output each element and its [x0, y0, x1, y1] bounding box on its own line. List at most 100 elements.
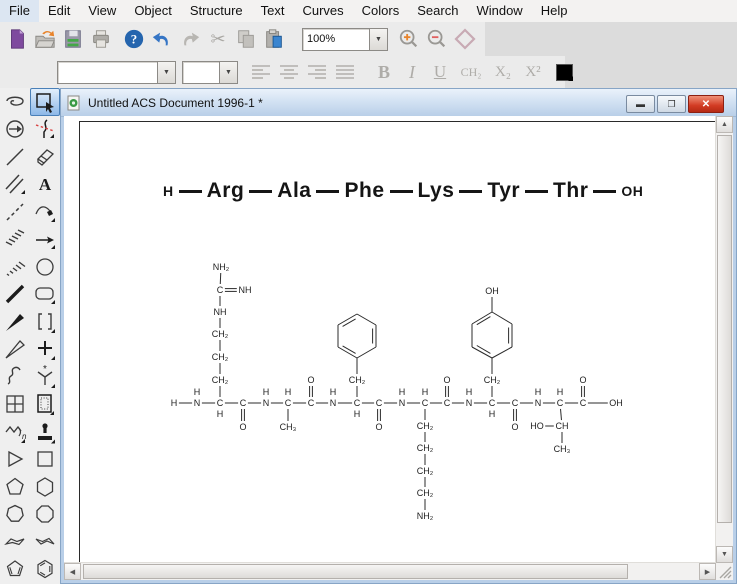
superscript-button[interactable]: X²	[519, 59, 547, 85]
lasso-tool[interactable]	[0, 88, 30, 116]
orbit-select-tool[interactable]	[0, 116, 30, 144]
menu-object[interactable]: Object	[125, 0, 181, 22]
zoom-in-icon	[399, 29, 418, 48]
bracket-tool[interactable]	[30, 308, 60, 336]
plus-tool[interactable]	[30, 336, 60, 364]
vertical-scroll-thumb[interactable]	[717, 135, 732, 523]
redo-button[interactable]	[177, 26, 203, 52]
eraser-tool[interactable]	[30, 143, 60, 171]
menu-colors[interactable]: Colors	[353, 0, 409, 22]
square-tool[interactable]	[30, 446, 60, 474]
menu-curves[interactable]: Curves	[293, 0, 352, 22]
triangle-tool[interactable]	[0, 446, 30, 474]
clean-structure-tool[interactable]	[30, 116, 60, 144]
ellipse-tool[interactable]	[30, 253, 60, 281]
zoom-out-button[interactable]	[424, 26, 450, 52]
italic-button[interactable]: I	[399, 59, 425, 85]
subscript-button[interactable]: X₂	[489, 59, 517, 85]
font-size-combo[interactable]: ▼	[182, 60, 238, 84]
scroll-up-button[interactable]: ▲	[716, 116, 733, 133]
formula-button[interactable]: CH₂	[455, 59, 487, 85]
pen-tool[interactable]	[30, 198, 60, 226]
align-center-button[interactable]	[276, 59, 302, 85]
bold-button[interactable]: B	[371, 59, 397, 85]
cut-button[interactable]: ✂	[205, 26, 231, 52]
new-document-button[interactable]	[4, 26, 30, 52]
single-bond-tool[interactable]	[0, 143, 30, 171]
scroll-left-button[interactable]: ◀	[64, 563, 81, 580]
underline-button[interactable]: U	[427, 59, 453, 85]
table-tool[interactable]	[0, 391, 30, 419]
menu-structure[interactable]: Structure	[181, 0, 252, 22]
marquee-tool[interactable]	[30, 88, 60, 116]
attachment-point-tool[interactable]: *	[30, 363, 60, 391]
pentagon-tool[interactable]	[0, 473, 30, 501]
text-box-tool[interactable]	[30, 391, 60, 419]
chemical-symbols-button[interactable]	[452, 26, 478, 52]
atom-label: CH₂	[417, 466, 434, 476]
atom-label: O	[375, 422, 382, 432]
dashed-bond-tool[interactable]	[0, 198, 30, 226]
zoom-combo-arrow[interactable]: ▼	[369, 28, 387, 50]
cyclohexane-chair1-tool[interactable]	[0, 528, 30, 556]
menu-search[interactable]: Search	[408, 0, 467, 22]
document-titlebar[interactable]: Untitled ACS Document 1996-1 * ▬ ❐ ✕	[61, 89, 736, 117]
wavy-bond-tool[interactable]	[0, 363, 30, 391]
bold-bond-tool[interactable]	[0, 281, 30, 309]
horizontal-scrollbar[interactable]: ◀ ▶	[64, 562, 716, 580]
arrow-tool[interactable]	[30, 226, 60, 254]
hexagon-tool[interactable]	[30, 473, 60, 501]
font-size-combo-arrow[interactable]: ▼	[219, 61, 237, 83]
double-bond-tool[interactable]	[0, 171, 30, 199]
print-button[interactable]	[88, 26, 114, 52]
cyclohexane-chair2-tool[interactable]	[30, 528, 60, 556]
polymer-repeat-tool[interactable]: n	[0, 418, 30, 446]
octagon-tool[interactable]	[30, 501, 60, 529]
color-swatch[interactable]	[556, 63, 573, 81]
cyclopentadiene-tool[interactable]	[0, 556, 30, 584]
save-button[interactable]	[60, 26, 86, 52]
text-tool[interactable]: A	[30, 171, 60, 199]
paste-button[interactable]	[261, 26, 287, 52]
rounded-rect-tool[interactable]	[30, 281, 60, 309]
align-justify-button[interactable]	[332, 59, 358, 85]
hollow-wedge-tool[interactable]	[0, 336, 30, 364]
scroll-right-button[interactable]: ▶	[699, 563, 716, 580]
font-name-combo[interactable]: ▼	[57, 60, 176, 84]
copy-button[interactable]	[233, 26, 259, 52]
menu-view[interactable]: View	[79, 0, 125, 22]
menu-file[interactable]: File	[0, 0, 39, 22]
square-icon	[37, 451, 53, 467]
atom-label: C	[557, 398, 564, 408]
resize-grip[interactable]	[716, 563, 733, 580]
menu-edit[interactable]: Edit	[39, 0, 79, 22]
help-button[interactable]: ?	[121, 26, 147, 52]
align-right-button[interactable]	[304, 59, 330, 85]
close-button[interactable]: ✕	[688, 95, 724, 113]
minimize-button[interactable]: ▬	[626, 95, 655, 113]
zoom-in-button[interactable]	[396, 26, 422, 52]
bond-line	[491, 311, 513, 325]
restore-button[interactable]: ❐	[657, 95, 686, 113]
zoom-combo[interactable]: 100% ▼	[302, 27, 388, 51]
structure-svg[interactable]: H NHCHCONHCHCH₃CONHCHCONHCHCONHCHCONHCHCO…	[63, 115, 717, 563]
svg-text:*: *	[43, 365, 47, 375]
horizontal-scroll-thumb[interactable]	[83, 564, 628, 579]
hash-bond-tool[interactable]	[0, 226, 30, 254]
font-name-combo-arrow[interactable]: ▼	[157, 61, 175, 83]
open-button[interactable]	[32, 26, 58, 52]
align-left-button[interactable]	[248, 59, 274, 85]
menu-window[interactable]: Window	[467, 0, 531, 22]
menu-text[interactable]: Text	[252, 0, 294, 22]
atom-label: O	[579, 375, 586, 385]
menu-help[interactable]: Help	[532, 0, 577, 22]
scroll-down-button[interactable]: ▼	[716, 546, 733, 563]
cyclopentadiene-icon	[6, 560, 24, 577]
heptagon-tool[interactable]	[0, 501, 30, 529]
template-stamp-tool[interactable]	[30, 418, 60, 446]
undo-button[interactable]	[149, 26, 175, 52]
solid-wedge-tool[interactable]	[0, 308, 30, 336]
hashed-wedge-tool[interactable]	[0, 253, 30, 281]
benzene-tool[interactable]	[30, 556, 60, 584]
vertical-scrollbar[interactable]: ▲ ▼	[715, 116, 733, 563]
